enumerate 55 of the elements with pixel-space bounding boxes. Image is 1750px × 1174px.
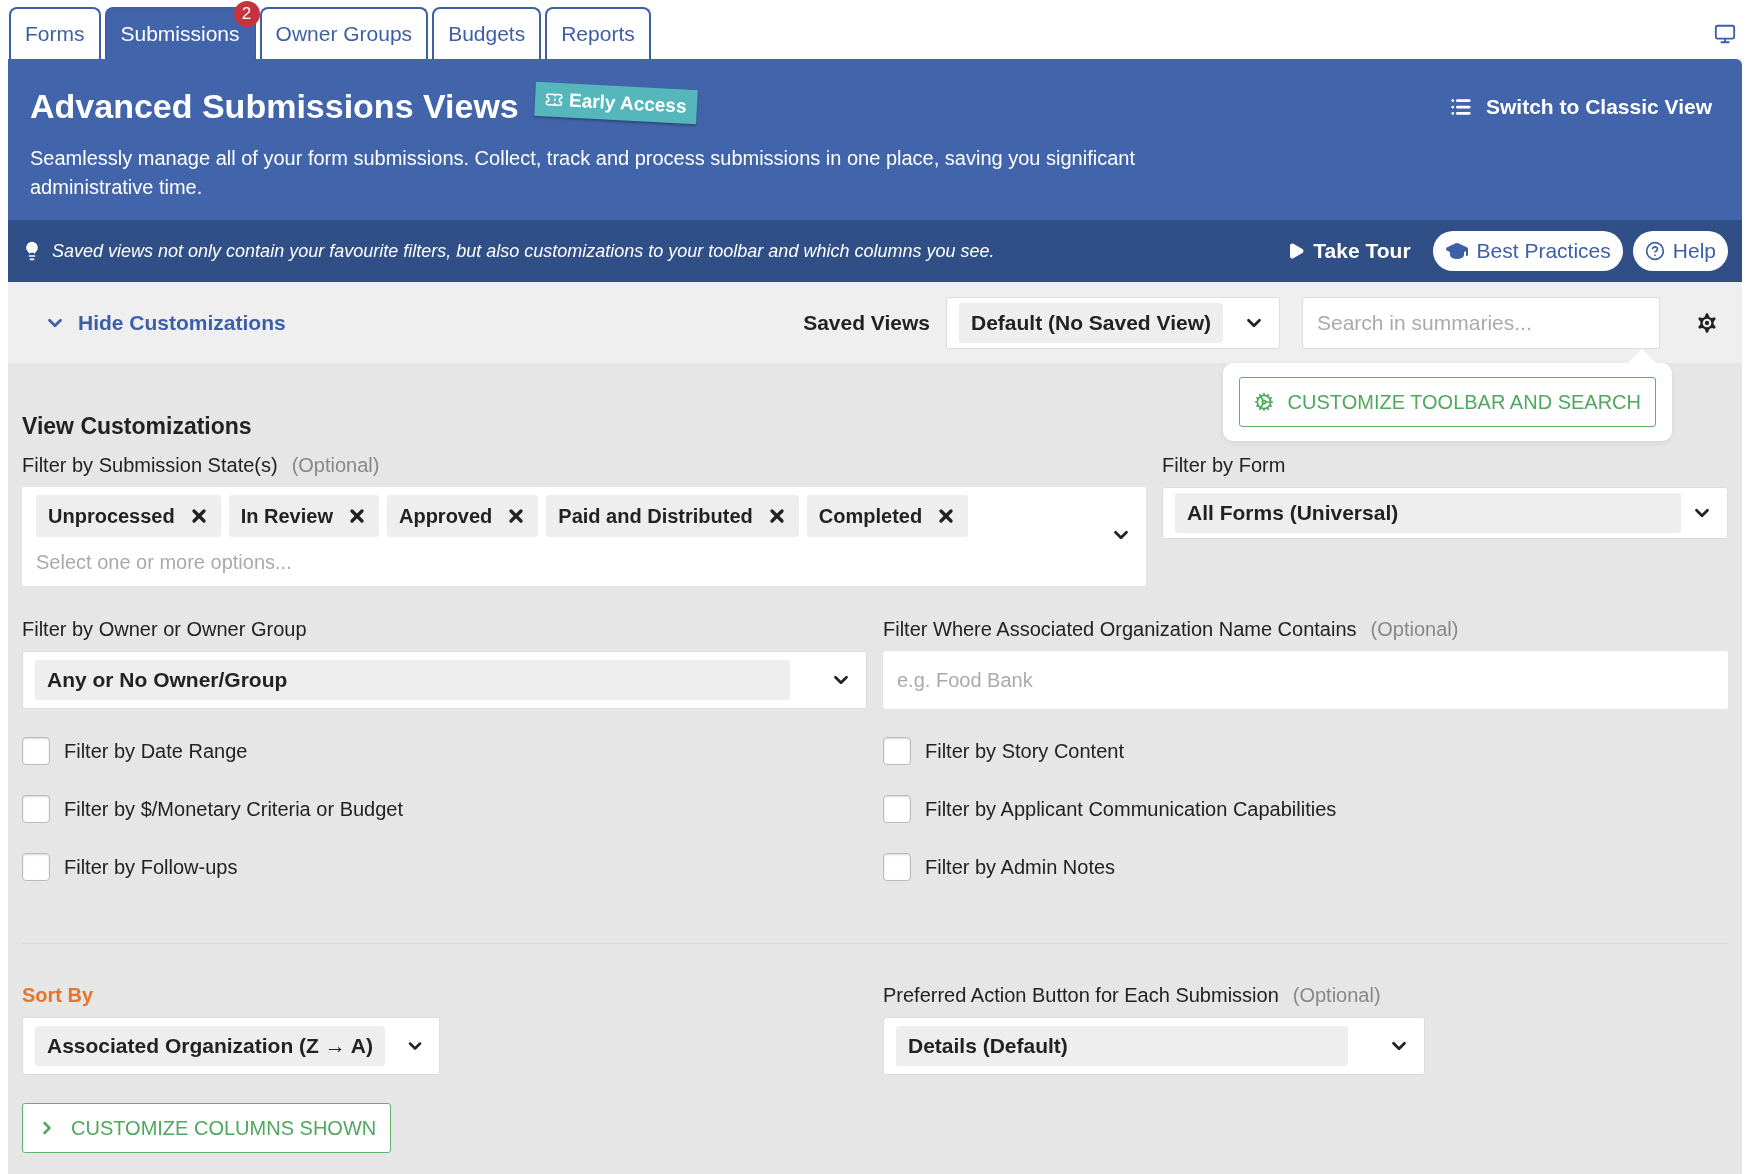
- best-practices-button[interactable]: Best Practices: [1432, 231, 1623, 271]
- saved-views-select[interactable]: Default (No Saved View): [946, 296, 1280, 349]
- field-label: Sort By: [22, 984, 95, 1007]
- checkbox[interactable]: [22, 795, 50, 823]
- checkbox-label: Filter by Story Content: [925, 739, 1124, 763]
- checkbox[interactable]: [883, 795, 911, 823]
- state-multiselect[interactable]: Unprocessed In Review Approved Paid and Distributed Completed Select one or more options...: [22, 487, 1146, 586]
- optional-label: (Optional): [291, 454, 380, 477]
- tab[interactable]: Reports: [545, 7, 651, 59]
- classic-view-link[interactable]: Switch to Classic View: [1449, 94, 1712, 119]
- gear-icon: [1253, 392, 1274, 412]
- field-label: Filter by Submission State(s): [22, 454, 278, 477]
- optional-label: (Optional): [1292, 984, 1381, 1007]
- state-chip[interactable]: Paid and Distributed: [546, 495, 799, 537]
- state-chip[interactable]: In Review: [228, 495, 379, 537]
- checkbox-label: Filter by Follow-ups: [64, 855, 238, 879]
- state-chip[interactable]: Completed: [806, 495, 969, 537]
- early-access-badge: Early Access: [534, 81, 698, 124]
- checkbox-label: Filter by Date Range: [64, 739, 248, 763]
- owner-select[interactable]: Any or No Owner/Group: [22, 651, 867, 709]
- page-description: Seamlessly manage all of your form submissions. Collect, track and process submissions in one place, saving you significant administrative time.: [30, 146, 1136, 200]
- help-button[interactable]: Help: [1632, 231, 1728, 271]
- remove-icon[interactable]: [347, 506, 367, 526]
- section-heading: View Customizations: [22, 413, 253, 440]
- field-label: Filter Where Associated Organization Name Contains: [883, 618, 1357, 641]
- field-label: Preferred Action Button for Each Submission: [883, 984, 1279, 1007]
- page-title: Advanced Submissions Views: [30, 87, 519, 126]
- tip-text: Saved views not only contain your favourite filters, but also customizations to your toolbar and which columns you see.: [52, 240, 996, 262]
- checkbox-label: Filter by Admin Notes: [925, 855, 1116, 879]
- tab[interactable]: Owner Groups: [259, 7, 429, 59]
- search-field[interactable]: Search in summaries...: [1302, 296, 1660, 349]
- state-chip[interactable]: Approved: [387, 495, 539, 537]
- form-select[interactable]: All Forms (Universal): [1162, 487, 1728, 539]
- checkbox-label: Filter by $/Monetary Criteria or Budget: [64, 797, 404, 821]
- field-label: Filter by Owner or Owner Group: [22, 618, 308, 641]
- tab[interactable]: Budgets: [432, 7, 542, 59]
- saved-views-label: Saved Views: [803, 310, 930, 335]
- state-chip[interactable]: Unprocessed: [36, 495, 221, 537]
- count-badge: 2: [233, 1, 260, 27]
- checkbox[interactable]: [22, 853, 50, 881]
- sort-select[interactable]: Associated Organization (Z → A): [22, 1017, 440, 1075]
- play-icon: [1287, 242, 1306, 260]
- checkbox[interactable]: [883, 737, 911, 765]
- optional-label: (Optional): [1370, 618, 1459, 641]
- organization-field[interactable]: e.g. Food Bank: [883, 651, 1728, 709]
- checkbox[interactable]: [22, 737, 50, 765]
- checkbox[interactable]: [883, 853, 911, 881]
- take-tour-button[interactable]: Take Tour: [1281, 238, 1417, 264]
- checkbox-label: Filter by Applicant Communication Capabilities: [925, 797, 1337, 821]
- hide-customizations-toggle[interactable]: Hide Customizations: [38, 309, 292, 336]
- tab[interactable]: Forms: [9, 7, 101, 59]
- help-icon: [1644, 241, 1665, 261]
- monitor-icon[interactable]: [1714, 23, 1736, 45]
- action-select[interactable]: Details (Default): [883, 1017, 1425, 1075]
- field-label: Filter by Form: [1162, 454, 1287, 477]
